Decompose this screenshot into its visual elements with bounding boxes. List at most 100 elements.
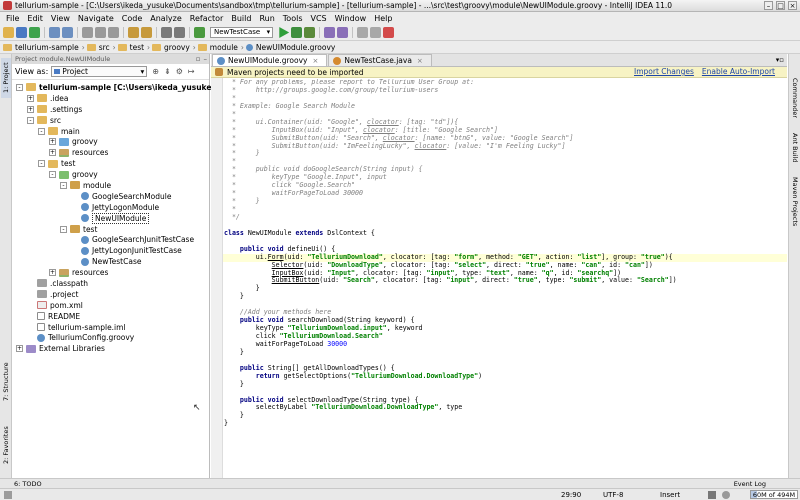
tree-node[interactable]: + groovy xyxy=(12,136,209,147)
make-project-icon[interactable] xyxy=(194,27,205,38)
tree-node[interactable]: - main xyxy=(12,126,209,137)
tree-node[interactable]: .project xyxy=(12,289,209,300)
file-encoding[interactable]: UTF-8 xyxy=(603,490,623,500)
tree-node[interactable]: + resources xyxy=(12,267,209,278)
tree-node[interactable]: + External Libraries xyxy=(12,343,209,354)
project-structure-icon[interactable] xyxy=(370,27,382,38)
minimize-button[interactable]: – xyxy=(764,1,773,10)
maximize-button[interactable]: □ xyxy=(776,1,785,10)
code-editor[interactable]: * For any problems, please report to Tel… xyxy=(223,79,787,478)
tab-event-log[interactable]: Event Log xyxy=(734,480,766,488)
menu-item-run[interactable]: Run xyxy=(255,14,278,23)
restore-icon[interactable]: ▫ xyxy=(196,54,201,64)
menu-item-help[interactable]: Help xyxy=(370,14,396,23)
breadcrumb-item[interactable]: src › xyxy=(86,43,116,52)
tree-node[interactable]: GoogleSearchModule xyxy=(12,191,209,202)
tree-node[interactable]: + resources xyxy=(12,147,209,158)
replace-icon[interactable] xyxy=(141,27,152,38)
menu-item-navigate[interactable]: Navigate xyxy=(74,14,118,23)
tab-todo[interactable]: 6: TODO xyxy=(14,480,42,488)
save-icon[interactable] xyxy=(16,27,27,38)
menu-item-vcs[interactable]: VCS xyxy=(307,14,331,23)
collapse-icon[interactable]: - xyxy=(27,116,34,124)
debug-icon[interactable] xyxy=(291,27,303,38)
run-icon[interactable] xyxy=(279,27,290,38)
view-as-select[interactable]: Project xyxy=(51,66,148,77)
tab-commander[interactable]: Commander xyxy=(790,74,800,122)
inspector-icon[interactable] xyxy=(722,491,730,499)
menu-item-refactor[interactable]: Refactor xyxy=(186,14,228,23)
tree-node[interactable]: README xyxy=(12,311,209,322)
tree-node[interactable]: NewUIModule xyxy=(12,212,209,224)
forward-icon[interactable] xyxy=(174,27,185,38)
tree-node[interactable]: pom.xml xyxy=(12,300,209,311)
hide-panel-icon[interactable]: ↦ xyxy=(188,67,195,76)
tree-node[interactable]: - module xyxy=(12,180,209,191)
caret-position[interactable]: 29:90 xyxy=(561,490,581,500)
tree-node[interactable]: tellurium-sample.iml xyxy=(12,322,209,333)
expand-icon[interactable]: + xyxy=(16,345,23,353)
breadcrumb-item[interactable]: groovy › xyxy=(152,43,196,52)
memory-indicator[interactable]: 60M of 494M xyxy=(750,490,798,499)
tree-node[interactable]: + .idea xyxy=(12,93,209,104)
menu-item-analyze[interactable]: Analyze xyxy=(146,14,186,23)
menu-item-window[interactable]: Window xyxy=(331,14,371,23)
cut-icon[interactable] xyxy=(82,27,93,38)
editor-gutter[interactable] xyxy=(211,78,223,478)
menu-item-build[interactable]: Build xyxy=(227,14,255,23)
tree-node[interactable]: NewTestCase xyxy=(12,256,209,267)
enable-auto-import-link[interactable]: Enable Auto-Import xyxy=(702,67,775,76)
tab-maven-projects[interactable]: Maven Projects xyxy=(790,174,800,230)
expand-icon[interactable]: + xyxy=(27,94,34,102)
import-changes-link[interactable]: Import Changes xyxy=(634,67,694,76)
tree-node[interactable]: JettyLogonJunitTestCase xyxy=(12,245,209,256)
tree-node[interactable]: GoogleSearchJunitTestCase xyxy=(12,234,209,245)
lock-icon[interactable] xyxy=(708,491,716,499)
close-tab-icon[interactable]: × xyxy=(417,57,423,65)
menu-item-edit[interactable]: Edit xyxy=(23,14,47,23)
scroll-to-source-icon[interactable]: ⊕ xyxy=(152,67,159,76)
editor-tab[interactable]: NewTestCase.java × xyxy=(328,54,432,66)
help-icon[interactable] xyxy=(383,27,395,38)
menu-item-view[interactable]: View xyxy=(47,14,74,23)
tab-list-icon[interactable]: ▾▫ xyxy=(776,56,784,64)
menu-item-file[interactable]: File xyxy=(2,14,23,23)
paste-icon[interactable] xyxy=(108,27,119,38)
close-button[interactable]: × xyxy=(788,1,797,10)
find-icon[interactable] xyxy=(128,27,139,38)
tab-project[interactable]: 1: Project xyxy=(1,58,11,98)
run-config-select[interactable]: NewTestCase xyxy=(210,27,274,38)
collapse-all-icon[interactable]: ⇟ xyxy=(164,67,171,76)
expand-icon[interactable]: + xyxy=(49,138,56,146)
breadcrumb-item[interactable]: module › xyxy=(197,43,244,52)
vcs-commit-icon[interactable] xyxy=(337,27,349,38)
hide-icon[interactable]: – xyxy=(204,54,208,64)
collapse-icon[interactable]: - xyxy=(38,160,45,168)
tab-ant-build[interactable]: Ant Build xyxy=(790,128,800,168)
gear-icon[interactable]: ⚙ xyxy=(176,67,183,76)
menu-item-code[interactable]: Code xyxy=(118,14,146,23)
expand-icon[interactable]: + xyxy=(27,105,34,113)
close-tab-icon[interactable]: × xyxy=(312,57,318,65)
tree-node[interactable]: - test xyxy=(12,224,209,235)
editor-tab[interactable]: NewUIModule.groovy × xyxy=(212,54,328,66)
undo-icon[interactable] xyxy=(49,27,60,38)
tree-node[interactable]: TelluriumConfig.groovy xyxy=(12,332,209,343)
tab-structure[interactable]: 7: Structure xyxy=(1,359,11,405)
collapse-icon[interactable]: - xyxy=(49,171,56,179)
tab-favorites[interactable]: 2: Favorites xyxy=(1,422,11,468)
tree-node[interactable]: -tellurium-sample [C:\Users\ikeda_yusuke… xyxy=(12,82,398,93)
collapse-icon[interactable]: - xyxy=(38,127,45,135)
open-icon[interactable] xyxy=(3,27,14,38)
tree-node[interactable]: - groovy xyxy=(12,169,209,180)
breadcrumb-item[interactable]: tellurium-sample › xyxy=(3,43,85,52)
back-icon[interactable] xyxy=(161,27,172,38)
tree-node[interactable]: + .settings xyxy=(12,104,209,115)
expand-icon[interactable]: + xyxy=(49,149,56,157)
tree-node[interactable]: JettyLogonModule xyxy=(12,202,209,213)
status-icon[interactable] xyxy=(4,491,12,499)
collapse-icon[interactable]: - xyxy=(60,181,67,189)
vcs-update-icon[interactable] xyxy=(324,27,336,38)
settings-icon[interactable] xyxy=(357,27,369,38)
copy-icon[interactable] xyxy=(95,27,106,38)
